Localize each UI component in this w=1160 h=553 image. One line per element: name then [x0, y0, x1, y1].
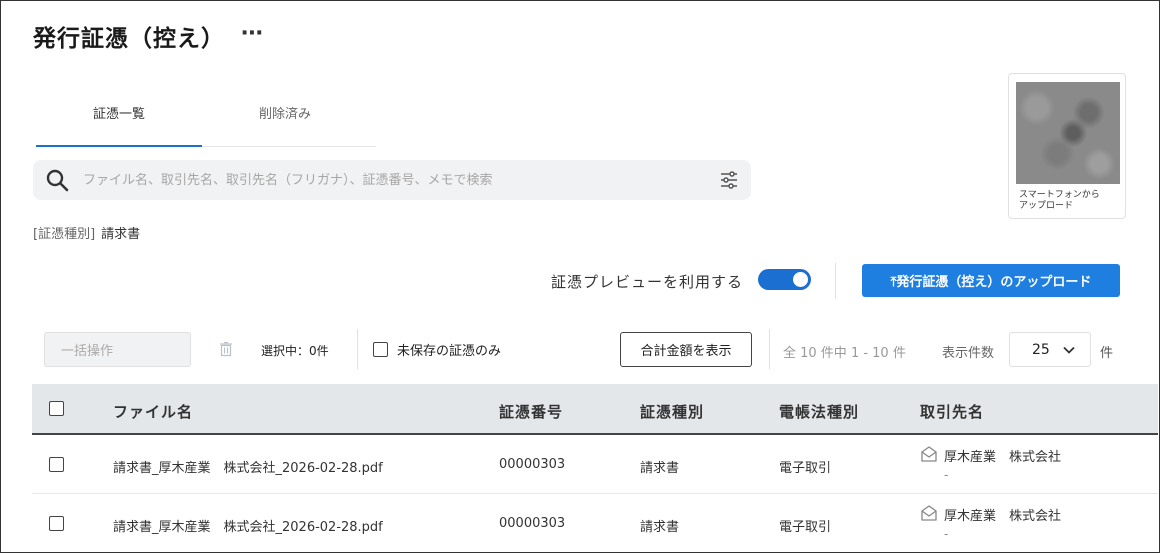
file-name-cell[interactable]: 請求書_厚木産業 株式会社_2026-02-28.pdf [113, 457, 383, 476]
partner-sub-cell: - [944, 527, 949, 541]
preview-toggle[interactable] [758, 269, 811, 290]
mail-open-icon [921, 446, 937, 462]
number-cell: 00000303 [499, 457, 566, 472]
mail-open-icon [921, 505, 937, 521]
pagination-range: 全 10 件中 1 - 10 件 [783, 346, 906, 361]
table-row[interactable]: 請求書_厚木産業 株式会社_2026-02-28.pdf 00000303 請求… [32, 494, 1158, 552]
column-header-law-type[interactable]: 電帳法種別 [779, 401, 859, 422]
unsaved-only-label: 未保存の証憑のみ [397, 344, 502, 359]
filter-settings-icon[interactable] [719, 170, 739, 190]
show-total-button[interactable]: 合計金額を表示 [620, 332, 752, 367]
per-page-unit: 件 [1100, 346, 1114, 361]
row-checkbox[interactable] [49, 516, 64, 531]
preview-toggle-label: 証憑プレビューを利用する [551, 273, 744, 291]
column-header-type[interactable]: 証憑種別 [640, 401, 704, 422]
upload-button[interactable]: ⤒発行証憑（控え）のアップロード [862, 264, 1120, 297]
selected-count: 選択中：0件 [261, 344, 329, 358]
unsaved-only-checkbox[interactable] [373, 342, 388, 357]
chevron-down-icon [1063, 346, 1075, 354]
tab-bar: 証憑一覧 削除済み [36, 96, 376, 147]
table-header: ファイル名 証憑番号 証憑種別 電帳法種別 取引先名 [32, 384, 1158, 435]
table-row[interactable]: 請求書_厚木産業 株式会社_2026-02-28.pdf 00000303 請求… [32, 435, 1158, 494]
partner-name-cell: 厚木産業 株式会社 [944, 509, 1062, 524]
column-header-partner[interactable]: 取引先名 [920, 401, 984, 422]
unsaved-only-filter[interactable]: 未保存の証憑のみ [373, 340, 501, 359]
active-filter: [証憑種別] 請求書 [33, 223, 140, 242]
column-header-file-name[interactable]: ファイル名 [113, 401, 193, 422]
qr-code-image [1016, 82, 1120, 184]
partner-name-cell: 厚木産業 株式会社 [944, 450, 1062, 465]
row-checkbox[interactable] [49, 457, 64, 472]
bulk-action-button[interactable]: 一括操作 [44, 332, 191, 367]
filter-value: 請求書 [101, 227, 141, 242]
file-name-cell[interactable]: 請求書_厚木産業 株式会社_2026-02-28.pdf [113, 516, 383, 535]
search-input[interactable] [83, 160, 703, 200]
more-options-button[interactable]: ⋯ [241, 21, 264, 46]
toggle-knob [793, 272, 808, 287]
smartphone-upload-label-text: スマートフォンから アップロード [1019, 190, 1100, 211]
filter-key: [証憑種別] [33, 227, 96, 242]
law-type-cell: 電子取引 [779, 520, 832, 535]
per-page-label: 表示件数 [942, 346, 995, 361]
select-all-checkbox[interactable] [49, 401, 64, 416]
law-type-cell: 電子取引 [779, 461, 832, 476]
tab-deleted[interactable]: 削除済み [202, 96, 368, 146]
type-cell: 請求書 [640, 461, 680, 476]
smartphone-upload-card[interactable]: スマートフォンから アップロード [1008, 73, 1126, 219]
divider [835, 263, 836, 299]
smartphone-upload-label: スマートフォンから アップロード [1019, 190, 1123, 212]
trash-icon[interactable] [218, 341, 234, 357]
app-frame: 発行証憑（控え） ⋯ 証憑一覧 削除済み [証憑種別] 請求書 スマートフォンから… [0, 0, 1160, 553]
search-bar [33, 160, 751, 200]
tab-voucher-list[interactable]: 証憑一覧 [36, 96, 202, 147]
divider [357, 329, 358, 369]
voucher-table: ファイル名 証憑番号 証憑種別 電帳法種別 取引先名 請求書_厚木産業 株式会社… [32, 384, 1158, 552]
page-title: 発行証憑（控え） [33, 26, 225, 52]
per-page-select[interactable]: 25 [1009, 332, 1091, 367]
partner-sub-cell: - [944, 468, 949, 482]
column-header-number[interactable]: 証憑番号 [499, 401, 563, 422]
divider [769, 329, 770, 369]
per-page-value: 25 [1032, 342, 1050, 358]
number-cell: 00000303 [499, 516, 566, 531]
type-cell: 請求書 [640, 520, 680, 535]
search-icon[interactable] [45, 168, 69, 192]
